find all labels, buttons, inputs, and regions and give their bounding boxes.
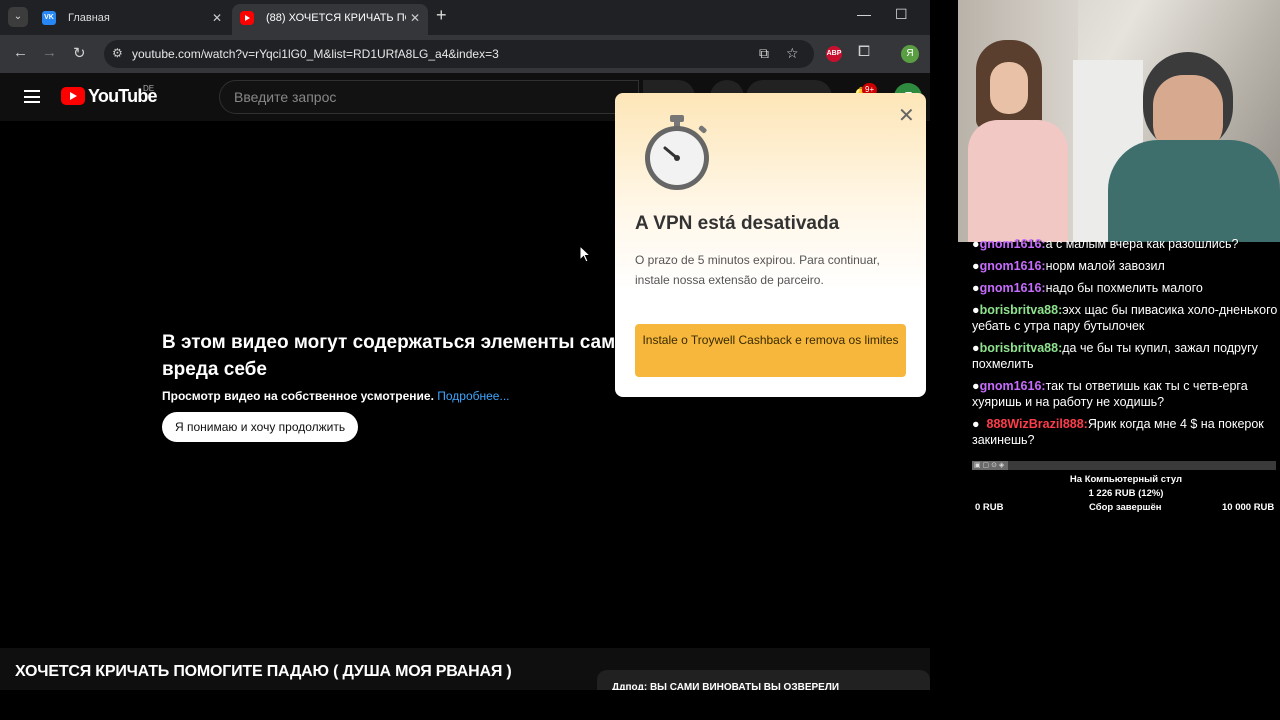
vpn-popup-title: A VPN está desativada (635, 213, 840, 234)
tab-search-button[interactable]: ⌄ (8, 7, 28, 27)
youtube-logo-icon[interactable] (61, 87, 85, 105)
donation-goal-amount: 1 226 RUB (12%) (1088, 488, 1164, 499)
chat-message: ●gnom1616:так ты ответишь как ты с четв-… (972, 379, 1248, 409)
tab-title: (88) ХОЧЕТСЯ КРИЧАТЬ ПОМОГ (266, 12, 406, 24)
tab-youtube[interactable]: (88) ХОЧЕТСЯ КРИЧАТЬ ПОМОГ ✕ (232, 4, 428, 35)
close-icon[interactable]: ✕ (898, 103, 915, 128)
extensions-icon[interactable]: ⧠ (858, 43, 870, 60)
chat-message: ●gnom1616:норм малой завозил (972, 259, 1165, 273)
chat-message: ●borisbritva88:да че бы ты купил, зажал … (972, 341, 1258, 371)
vpn-popup: ✕ A VPN está desativada O prazo de 5 min… (615, 93, 926, 397)
back-button[interactable]: ← (13, 44, 28, 61)
menu-icon[interactable] (24, 90, 40, 103)
tab-title: Главная (68, 12, 110, 24)
person-left-face (990, 62, 1028, 114)
search-input[interactable]: Введите запрос (219, 80, 639, 114)
learn-more-link[interactable]: Подробнее... (437, 389, 509, 403)
playlist-title: Ддпод: ВЫ САМИ ВИНОВАТЫ ВЫ ОЗВЕРЕЛИ (612, 682, 840, 690)
donation-goal-status: Сбор завершён (1089, 502, 1162, 513)
minimize-button[interactable]: — (857, 6, 871, 22)
adblock-icon[interactable]: ABP (826, 46, 842, 62)
chat-message: ● 888WizBrazil888:Ярик когда мне 4 $ на … (972, 417, 1264, 447)
bookmark-star-icon[interactable]: ☆ (786, 45, 799, 62)
reload-button[interactable]: ↻ (73, 44, 86, 62)
chat-message: ●borisbritva88:эхх щас бы пивасика холо-… (972, 303, 1278, 333)
webcam-feed (958, 0, 1280, 242)
person-right-body (1108, 140, 1280, 242)
tab-vk[interactable]: VK Главная ✕ (34, 4, 230, 35)
continue-button[interactable]: Я понимаю и хочу продолжить (162, 412, 359, 442)
site-info-icon[interactable]: ⚙ (112, 46, 123, 60)
tab-strip: ⌄ VK Главная ✕ (88) ХОЧЕТСЯ КРИЧАТЬ ПОМО… (0, 0, 930, 35)
vpn-popup-text: O prazo de 5 minutos expirou. Para conti… (635, 253, 880, 287)
youtube-icon (240, 11, 254, 25)
maximize-button[interactable]: ☐ (895, 6, 908, 23)
address-bar[interactable]: ⚙ youtube.com/watch?v=rYqci1lG0_M&list=R… (104, 40, 814, 68)
chat-message: ●gnom1616:а с малым вчера как разошлись? (972, 237, 1239, 251)
install-extension-button[interactable]: Instale o Troywell Cashback e remova os … (635, 324, 906, 377)
stream-chat: ●gnom1616:а с малым вчера как разошлись?… (972, 236, 1280, 454)
close-icon[interactable]: ✕ (212, 4, 222, 32)
browser-window: ⌄ VK Главная ✕ (88) ХОЧЕТСЯ КРИЧАТЬ ПОМО… (0, 0, 930, 690)
content-warning-subtitle: Просмотр видео на собственное усмотрение… (162, 389, 509, 403)
donation-goal-max: 10 000 RUB (1222, 502, 1275, 513)
search-placeholder: Введите запрос (234, 89, 337, 105)
close-icon[interactable]: ✕ (410, 4, 420, 32)
donation-goal-min: 0 RUB (975, 502, 1004, 513)
goal-platform-icons: ▣ ▢ ⊙ ◈ (974, 462, 1005, 469)
donation-goal-title: На Компьютерный стул (1069, 474, 1183, 485)
profile-avatar[interactable]: Я (901, 45, 919, 63)
content-warning-title: В этом видео могут содержаться элементы … (162, 332, 616, 380)
vk-icon: VK (42, 11, 56, 25)
warning-subtitle-text: Просмотр видео на собственное усмотрение… (162, 389, 434, 403)
forward-button[interactable]: → (42, 44, 57, 61)
url-text[interactable]: youtube.com/watch?v=rYqci1lG0_M&list=RD1… (132, 47, 499, 61)
playlist-panel[interactable]: Ддпод: ВЫ САМИ ВИНОВАТЫ ВЫ ОЗВЕРЕЛИ (597, 670, 930, 690)
chat-message: ●gnom1616:надо бы похмелить малого (972, 281, 1203, 295)
stopwatch-icon (641, 113, 713, 198)
install-app-icon[interactable]: ⧉ (759, 45, 769, 62)
new-tab-button[interactable]: + (436, 5, 447, 26)
donation-goal-progress-bar: ▣ ▢ ⊙ ◈ (972, 461, 1276, 470)
person-left-body (968, 120, 1068, 242)
region-code: DE (143, 84, 155, 93)
video-title: ХОЧЕТСЯ КРИЧАТЬ ПОМОГИТЕ ПАДАЮ ( ДУША МО… (15, 663, 512, 680)
browser-toolbar: ← → ↻ ⚙ youtube.com/watch?v=rYqci1lG0_M&… (0, 35, 930, 73)
